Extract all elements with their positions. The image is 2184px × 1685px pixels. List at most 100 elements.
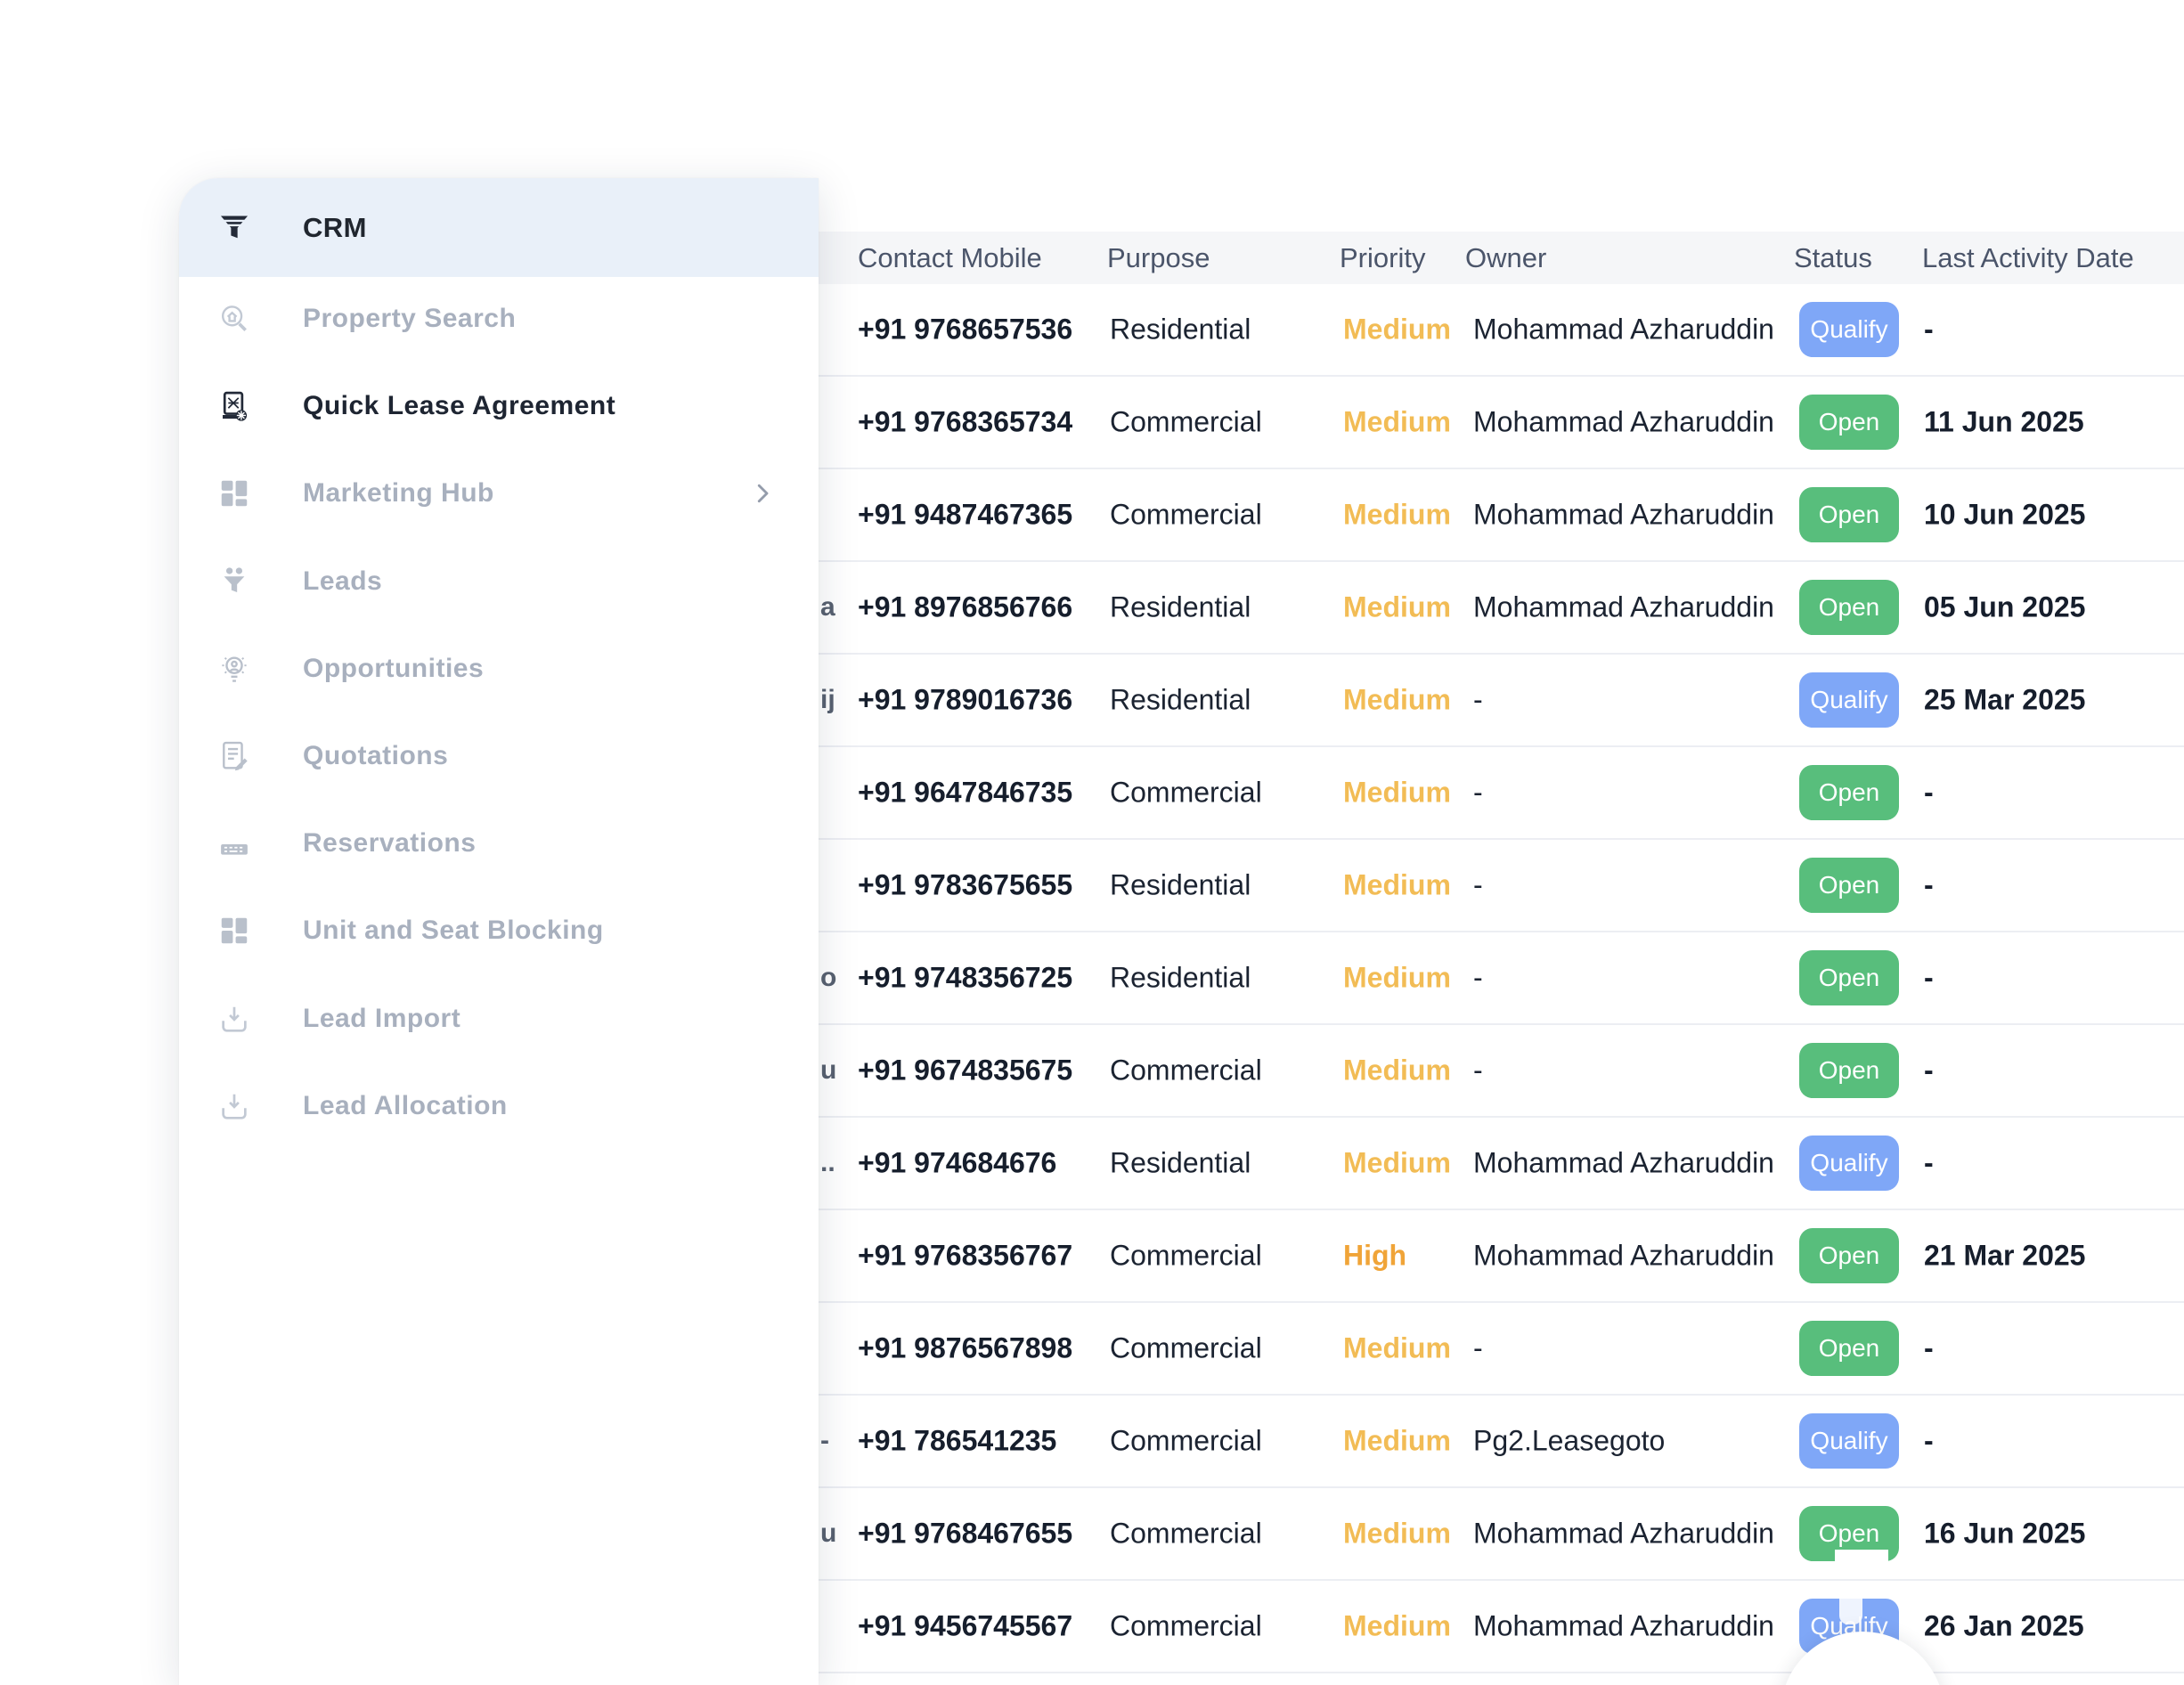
- contact-mobile-cell: +91 9876567898: [858, 1332, 1072, 1365]
- sidebar-item-label: Leads: [303, 566, 382, 597]
- table-row[interactable]: +91 9487467365CommercialMediumMohammad A…: [819, 469, 2184, 562]
- priority-cell: Medium: [1343, 1054, 1451, 1087]
- column-header-priority[interactable]: Priority: [1340, 242, 1425, 274]
- sidebar-item-quotations[interactable]: Quotations: [179, 713, 819, 799]
- owner-cell: -: [1473, 962, 1483, 995]
- clipped-text-fragment: ij: [820, 685, 836, 715]
- sidebar-item-label: Marketing Hub: [303, 478, 494, 509]
- purpose-cell: Residential: [1110, 1147, 1251, 1180]
- owner-cell: -: [1473, 777, 1483, 810]
- sidebar-item-marketing-hub[interactable]: Marketing Hub: [179, 451, 819, 536]
- table-row[interactable]: +91 8976856766ResidentialMediumMohammad …: [819, 562, 2184, 655]
- table-row[interactable]: +91 974684676ResidentialMediumMohammad A…: [819, 1118, 2184, 1210]
- status-badge[interactable]: Open: [1799, 858, 1899, 913]
- column-header-status[interactable]: Status: [1794, 242, 1872, 274]
- sidebar-item-label: Lead Allocation: [303, 1091, 508, 1121]
- sidebar-item-label: Property Search: [303, 304, 516, 334]
- sidebar-item-property-search[interactable]: Property Search: [179, 276, 819, 362]
- table-row[interactable]: +91 9876567898CommercialMedium-Open-: [819, 1303, 2184, 1396]
- crm-sidebar: CRM Property Search Quick Lease Agreement…: [179, 178, 819, 1685]
- last-activity-date-cell: -: [1924, 1425, 1934, 1458]
- purpose-cell: Residential: [1110, 313, 1251, 346]
- sidebar-item-reservations[interactable]: Reservations: [179, 801, 819, 886]
- sidebar-item-label: Lead Import: [303, 1004, 460, 1034]
- status-badge[interactable]: Qualify: [1799, 672, 1899, 728]
- priority-cell: Medium: [1343, 499, 1451, 532]
- sidebar-item-opportunities[interactable]: Opportunities: [179, 626, 819, 712]
- reservation-keys-icon: [217, 826, 251, 860]
- last-activity-date-cell: -: [1924, 1054, 1934, 1087]
- column-header-purpose[interactable]: Purpose: [1107, 242, 1210, 274]
- owner-cell: Mohammad Azharuddin: [1473, 1518, 1774, 1551]
- owner-cell: Mohammad Azharuddin: [1473, 1240, 1774, 1273]
- contact-mobile-cell: +91 9647846735: [858, 777, 1072, 810]
- last-activity-date-cell: -: [1924, 962, 1934, 995]
- contact-mobile-cell: +91 9768467655: [858, 1518, 1072, 1551]
- table-row[interactable]: +91 9783675655ResidentialMedium-Open-: [819, 840, 2184, 932]
- clipped-text-fragment: -: [820, 1426, 836, 1456]
- status-badge[interactable]: Open: [1799, 1321, 1899, 1376]
- table-row[interactable]: +91 9456745567CommercialMediumMohammad A…: [819, 1581, 2184, 1673]
- contact-mobile-cell: +91 9487467365: [858, 499, 1072, 532]
- column-header-owner[interactable]: Owner: [1465, 242, 1546, 274]
- owner-cell: Mohammad Azharuddin: [1473, 591, 1774, 624]
- column-header-last-activity-date[interactable]: Last Activity Date: [1922, 242, 2134, 274]
- table-row[interactable]: +91 9748356725ResidentialMedium-Open-o.: [819, 932, 2184, 1025]
- sidebar-item-leads[interactable]: Leads: [179, 539, 819, 624]
- table-row[interactable]: +91 9768467655CommercialMediumMohammad A…: [819, 1488, 2184, 1581]
- purpose-cell: Commercial: [1110, 1054, 1262, 1087]
- status-badge[interactable]: Qualify: [1799, 1136, 1899, 1191]
- purpose-cell: Commercial: [1110, 1518, 1262, 1551]
- dashboard-grid-icon: [217, 914, 251, 948]
- status-badge[interactable]: Open: [1799, 765, 1899, 820]
- priority-cell: Medium: [1343, 1425, 1451, 1458]
- contact-mobile-cell: +91 9768356767: [858, 1240, 1072, 1273]
- sidebar-item-quick-lease-agreement[interactable]: Quick Lease Agreement: [179, 363, 819, 449]
- status-badge[interactable]: Open: [1799, 950, 1899, 1005]
- status-badge[interactable]: Qualify: [1799, 302, 1899, 357]
- table-row[interactable]: +91 9789016736ResidentialMedium-Qualify2…: [819, 655, 2184, 747]
- table-row[interactable]: +91 9768365734CommercialMediumMohammad A…: [819, 377, 2184, 469]
- sidebar-item-unit-and-seat-blocking[interactable]: Unit and Seat Blocking: [179, 888, 819, 973]
- sidebar-item-lead-import[interactable]: Lead Import: [179, 976, 819, 1062]
- purpose-cell: Residential: [1110, 869, 1251, 902]
- funnel-icon: [217, 211, 251, 245]
- status-badge[interactable]: Open: [1799, 487, 1899, 542]
- priority-cell: Medium: [1343, 962, 1451, 995]
- purpose-cell: Residential: [1110, 684, 1251, 717]
- purpose-cell: Commercial: [1110, 1240, 1262, 1273]
- owner-cell: Mohammad Azharuddin: [1473, 499, 1774, 532]
- table-row[interactable]: +91 786541235CommercialMediumPg2.Leasego…: [819, 1396, 2184, 1488]
- contact-mobile-cell: +91 9674835675: [858, 1054, 1072, 1087]
- last-activity-date-cell: -: [1924, 1332, 1934, 1365]
- table-row[interactable]: +91 9768356767CommercialHighMohammad Azh…: [819, 1210, 2184, 1303]
- overlay-artifact: [1839, 1582, 1862, 1624]
- sidebar-item-lead-allocation[interactable]: Lead Allocation: [179, 1063, 819, 1149]
- purpose-cell: Residential: [1110, 591, 1251, 624]
- column-header-contact-mobile[interactable]: Contact Mobile: [858, 242, 1042, 274]
- clipped-text-fragment: u.: [820, 1055, 836, 1086]
- last-activity-date-cell: 11 Jun 2025: [1924, 406, 2084, 439]
- leads-table: Contact Mobile Purpose Priority Owner St…: [819, 0, 2184, 1685]
- owner-cell: Mohammad Azharuddin: [1473, 1147, 1774, 1180]
- table-row[interactable]: +91 9674835675CommercialMedium-Open-u.: [819, 1025, 2184, 1118]
- table-row[interactable]: +91 9647846735CommercialMedium-Open-: [819, 747, 2184, 840]
- owner-cell: Pg2.Leasegoto: [1473, 1425, 1665, 1458]
- sidebar-item-label: Quick Lease Agreement: [303, 391, 615, 421]
- table-row[interactable]: +91 9768657536ResidentialMediumMohammad …: [819, 284, 2184, 377]
- purpose-cell: Commercial: [1110, 1425, 1262, 1458]
- sidebar-item-label: CRM: [303, 212, 367, 244]
- status-badge[interactable]: Open: [1799, 1228, 1899, 1283]
- sidebar-item-crm[interactable]: CRM: [179, 178, 819, 277]
- status-badge[interactable]: Open: [1799, 1043, 1899, 1098]
- clipped-text-fragment: u.: [820, 1518, 836, 1549]
- priority-cell: Medium: [1343, 777, 1451, 810]
- status-badge[interactable]: Qualify: [1799, 1413, 1899, 1469]
- status-badge[interactable]: Open: [1799, 395, 1899, 450]
- status-badge[interactable]: Open: [1799, 580, 1899, 635]
- import-tray-icon: [217, 1089, 251, 1123]
- priority-cell: Medium: [1343, 1147, 1451, 1180]
- overlay-artifact: [1835, 1550, 1888, 1562]
- contact-mobile-cell: +91 9456745567: [858, 1610, 1072, 1643]
- priority-cell: Medium: [1343, 1610, 1451, 1643]
